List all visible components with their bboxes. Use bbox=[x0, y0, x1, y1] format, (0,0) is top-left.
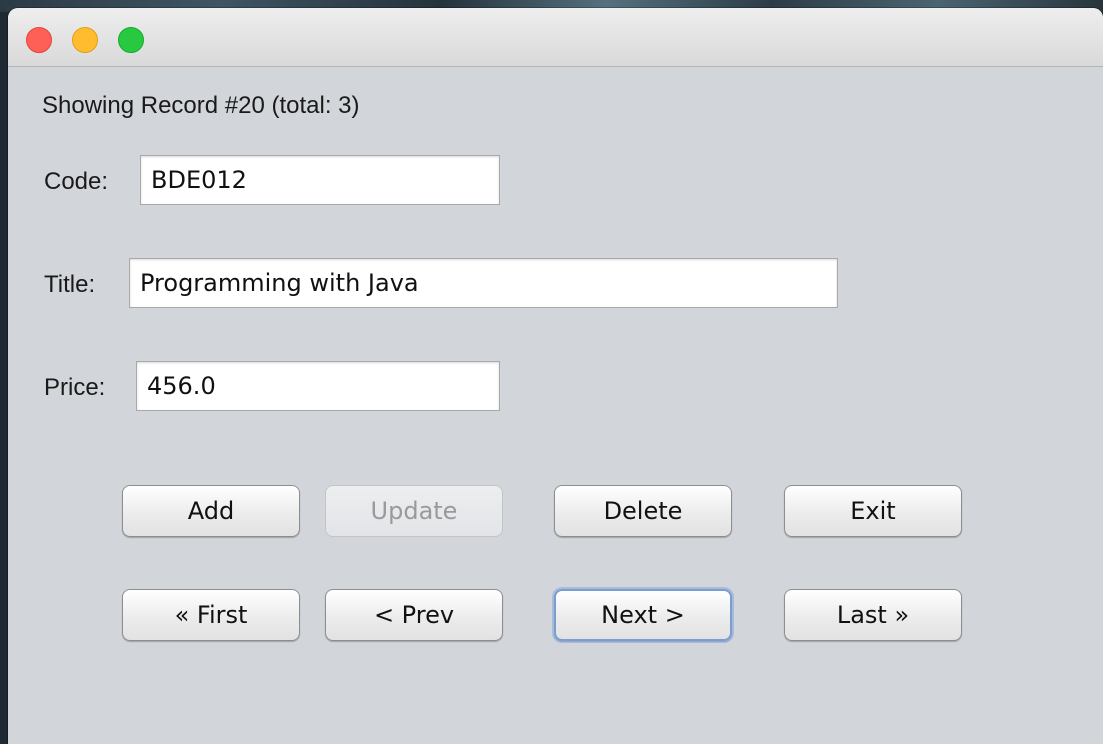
update-button[interactable]: Update bbox=[325, 485, 503, 537]
previous-record-button[interactable]: < Prev bbox=[325, 589, 503, 641]
record-status-text: Showing Record #20 (total: 3) bbox=[42, 92, 360, 119]
title-label: Title: bbox=[44, 271, 96, 298]
title-bar[interactable] bbox=[8, 8, 1103, 67]
form-panel: Showing Record #20 (total: 3) Code: Titl… bbox=[8, 67, 1103, 744]
code-label: Code: bbox=[44, 168, 109, 195]
app-window: Showing Record #20 (total: 3) Code: Titl… bbox=[8, 8, 1103, 744]
title-field[interactable] bbox=[129, 258, 838, 308]
next-record-button[interactable]: Next > bbox=[554, 589, 732, 641]
add-button[interactable]: Add bbox=[122, 485, 300, 537]
code-field[interactable] bbox=[140, 155, 500, 205]
price-label: Price: bbox=[44, 374, 106, 401]
exit-button[interactable]: Exit bbox=[784, 485, 962, 537]
first-record-button[interactable]: « First bbox=[122, 589, 300, 641]
delete-button[interactable]: Delete bbox=[554, 485, 732, 537]
zoom-window-button[interactable] bbox=[118, 27, 144, 53]
last-record-button[interactable]: Last » bbox=[784, 589, 962, 641]
close-window-button[interactable] bbox=[26, 27, 52, 53]
minimize-window-button[interactable] bbox=[72, 27, 98, 53]
price-field[interactable] bbox=[136, 361, 500, 411]
